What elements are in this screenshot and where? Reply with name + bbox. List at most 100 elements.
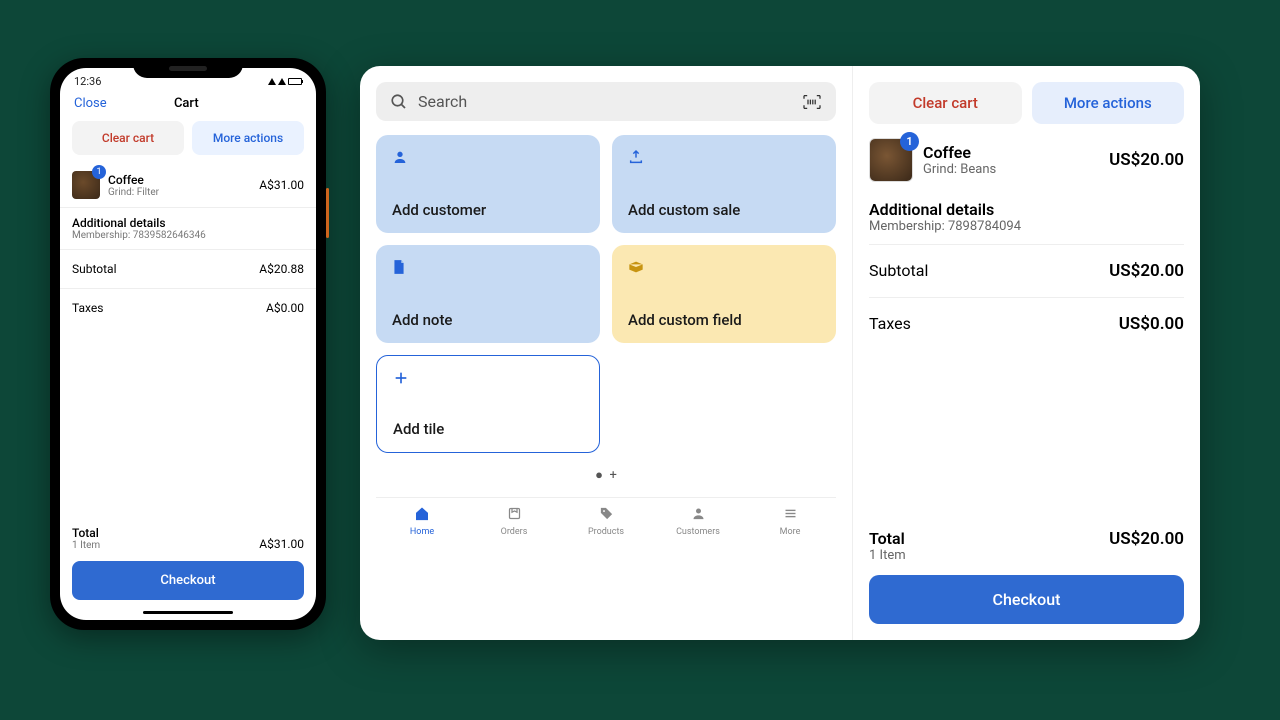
subtotal-row: Subtotal US$20.00 [869, 244, 1184, 297]
total-items: 1 Item [72, 540, 100, 551]
nav-label: Orders [501, 527, 528, 537]
qty-badge: 1 [92, 165, 106, 179]
details-title: Additional details [869, 200, 1184, 219]
plus-icon [393, 370, 583, 390]
nav-bar: Close Cart [60, 90, 316, 121]
total-row: Total 1 Item US$20.00 [869, 523, 1184, 575]
person-icon [392, 149, 584, 169]
cart-footer: Total 1 Item A$31.00 Checkout [60, 516, 316, 620]
tablet-panel: Search Add customer Add custom sale [360, 66, 1200, 640]
item-variant: Grind: Beans [923, 162, 1099, 177]
phone-screen: 12:36 Close Cart Clear cart More actions… [60, 68, 316, 620]
subtotal-value: A$20.88 [259, 262, 304, 276]
total-items: 1 Item [869, 548, 906, 563]
nav-label: Products [588, 527, 624, 537]
phone-power-button [326, 188, 329, 238]
bottom-nav: Home Orders Products Customers [376, 497, 836, 543]
add-custom-field-tile[interactable]: Add custom field [612, 245, 836, 343]
cart-actions: Clear cart More actions [869, 82, 1184, 124]
item-price: US$20.00 [1109, 150, 1184, 170]
nav-label: Customers [676, 527, 720, 537]
status-time: 12:36 [74, 75, 101, 88]
cart-footer: Total 1 Item US$20.00 Checkout [869, 523, 1184, 624]
add-note-tile[interactable]: Add note [376, 245, 600, 343]
clear-cart-button[interactable]: Clear cart [869, 82, 1022, 124]
item-name: Coffee [923, 143, 1099, 162]
checkout-button[interactable]: Checkout [869, 575, 1184, 624]
more-actions-button[interactable]: More actions [1032, 82, 1185, 124]
nav-products[interactable]: Products [560, 498, 652, 543]
search-placeholder: Search [418, 92, 467, 111]
total-value: US$20.00 [1109, 529, 1184, 549]
orders-icon [468, 506, 560, 525]
subtotal-row: Subtotal A$20.88 [60, 249, 316, 288]
tile-label: Add note [392, 311, 584, 329]
signal-icon [268, 78, 276, 85]
more-actions-button[interactable]: More actions [192, 121, 304, 155]
taxes-value: A$0.00 [266, 301, 304, 315]
item-name: Coffee [108, 173, 251, 187]
box-icon [628, 259, 820, 278]
taxes-value: US$0.00 [1119, 314, 1184, 334]
add-tile-button[interactable]: Add tile [376, 355, 600, 453]
taxes-row: Taxes US$0.00 [869, 297, 1184, 350]
wifi-icon [278, 78, 286, 85]
tile-label: Add tile [393, 420, 583, 438]
taxes-label: Taxes [869, 314, 911, 334]
membership-value: Membership: 7839582646346 [72, 230, 304, 241]
checkout-button[interactable]: Checkout [72, 561, 304, 600]
subtotal-label: Subtotal [72, 262, 117, 276]
phone-mockup: 12:36 Close Cart Clear cart More actions… [50, 58, 326, 630]
subtotal-label: Subtotal [869, 261, 928, 281]
search-icon [390, 93, 408, 111]
add-custom-sale-tile[interactable]: Add custom sale [612, 135, 836, 233]
tile-grid: Add customer Add custom sale Add note Ad… [376, 135, 836, 453]
qty-badge: 1 [900, 132, 919, 151]
additional-details[interactable]: Additional details Membership: 789878409… [869, 194, 1184, 244]
membership-value: Membership: 7898784094 [869, 219, 1184, 234]
subtotal-value: US$20.00 [1109, 261, 1184, 281]
page-title: Cart [174, 96, 199, 111]
home-indicator [143, 611, 233, 614]
tile-label: Add custom sale [628, 201, 820, 219]
item-variant: Grind: Filter [108, 187, 251, 198]
nav-label: More [780, 527, 801, 537]
nav-customers[interactable]: Customers [652, 498, 744, 543]
home-icon [376, 506, 468, 525]
upload-icon [628, 149, 820, 169]
main-area: Search Add customer Add custom sale [360, 66, 852, 640]
menu-icon [744, 506, 836, 525]
cart-actions: Clear cart More actions [60, 121, 316, 165]
battery-icon [288, 78, 302, 85]
customers-icon [652, 506, 744, 525]
add-customer-tile[interactable]: Add customer [376, 135, 600, 233]
nav-label: Home [410, 527, 434, 537]
tag-icon [560, 506, 652, 525]
item-price: A$31.00 [259, 178, 304, 192]
cart-column: Clear cart More actions 1 Coffee Grind: … [852, 66, 1200, 640]
clear-cart-button[interactable]: Clear cart [72, 121, 184, 155]
page-indicator: ● + [376, 453, 836, 497]
barcode-icon[interactable] [802, 94, 822, 110]
taxes-label: Taxes [72, 301, 103, 315]
phone-speaker [169, 66, 207, 71]
total-label: Total [72, 526, 100, 540]
nav-home[interactable]: Home [376, 498, 468, 543]
status-icons [268, 78, 302, 85]
total-row: Total 1 Item A$31.00 [72, 526, 304, 551]
taxes-row: Taxes A$0.00 [60, 288, 316, 327]
product-thumb: 1 [72, 171, 100, 199]
tile-label: Add custom field [628, 311, 820, 329]
cart-line-item[interactable]: 1 Coffee Grind: Beans US$20.00 [869, 124, 1184, 194]
total-value: A$31.00 [259, 537, 304, 551]
details-title: Additional details [72, 216, 304, 230]
tile-label: Add customer [392, 201, 584, 219]
nav-more[interactable]: More [744, 498, 836, 543]
nav-orders[interactable]: Orders [468, 498, 560, 543]
additional-details[interactable]: Additional details Membership: 783958264… [60, 207, 316, 249]
note-icon [392, 259, 584, 279]
cart-line-item[interactable]: 1 Coffee Grind: Filter A$31.00 [60, 165, 316, 207]
close-button[interactable]: Close [74, 96, 107, 111]
search-bar[interactable]: Search [376, 82, 836, 121]
total-label: Total [869, 529, 906, 548]
